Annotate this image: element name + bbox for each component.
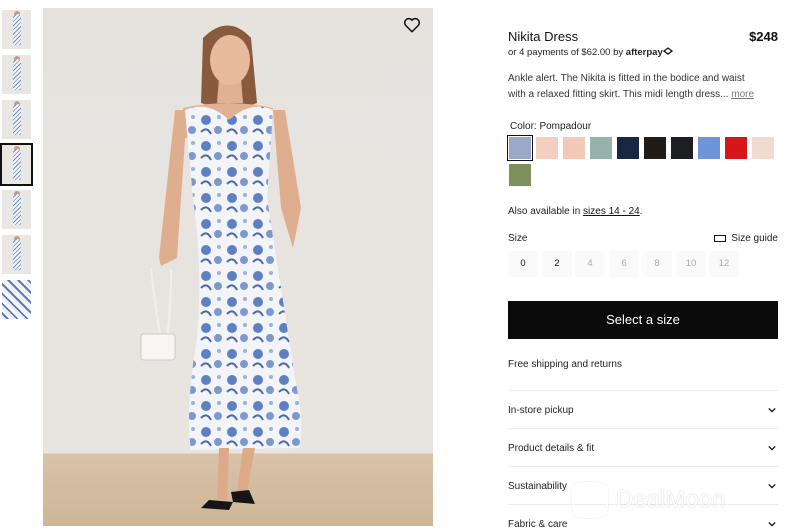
afterpay-logo[interactable]: afterpay: [626, 47, 663, 58]
description-text: with a relaxed fitting skirt. This midi …: [508, 88, 729, 100]
color-swatch[interactable]: [509, 164, 531, 186]
main-product-image[interactable]: [43, 8, 433, 526]
color-swatch[interactable]: [590, 137, 612, 159]
thumbnail-4[interactable]: [0, 143, 33, 186]
color-label: Color: Pompadour: [510, 121, 592, 132]
color-swatch[interactable]: [644, 137, 666, 159]
afterpay-arrows-icon: [662, 47, 673, 55]
size-availability-note: Also available in sizes 14 - 24.: [508, 206, 643, 217]
thumbnail-3[interactable]: [2, 100, 31, 139]
afterpay-text: or 4 payments of $62.00 by: [508, 47, 624, 58]
size-guide-link[interactable]: Size guide: [714, 233, 778, 244]
size-label: Size: [508, 233, 528, 244]
extended-sizes-link[interactable]: sizes 14 - 24: [583, 206, 640, 217]
product-description: Ankle alert. The Nikita is fitted in the…: [508, 71, 778, 102]
color-swatch[interactable]: [725, 137, 747, 159]
thumbnail-7[interactable]: [2, 280, 31, 319]
thumbnail-5[interactable]: [2, 190, 31, 229]
accordion-label: Sustainability: [508, 481, 567, 492]
color-swatch[interactable]: [671, 137, 693, 159]
more-link[interactable]: more: [731, 89, 754, 100]
accordion-in-store-pickup[interactable]: In-store pickup: [508, 390, 778, 428]
size-option-4[interactable]: 4: [575, 251, 605, 277]
thumbnail-6[interactable]: [2, 235, 31, 274]
chevron-down-icon: [768, 445, 776, 451]
color-swatch[interactable]: [536, 137, 558, 159]
dealmoon-logo-icon: [572, 482, 608, 518]
size-selector: 0 2 4 6 8 10 12: [508, 251, 778, 277]
shipping-note: Free shipping and returns: [508, 359, 622, 370]
description-line-2: with a relaxed fitting skirt. This midi …: [508, 87, 778, 103]
thumbnail-strip: [0, 10, 33, 325]
size-option-12[interactable]: 12: [709, 251, 739, 277]
accordion-product-details[interactable]: Product details & fit: [508, 428, 778, 466]
size-option-8[interactable]: 8: [642, 251, 672, 277]
afterpay-installments: or 4 payments of $62.00 by afterpay: [508, 47, 673, 58]
color-swatch[interactable]: [752, 137, 774, 159]
heart-outline-icon[interactable]: [403, 16, 421, 34]
availability-suffix: .: [639, 206, 643, 217]
color-swatch[interactable]: [698, 137, 720, 159]
color-swatches: [507, 135, 779, 191]
size-option-0[interactable]: 0: [508, 251, 538, 277]
color-swatch[interactable]: [507, 135, 533, 161]
product-title: Nikita Dress: [508, 29, 579, 44]
size-option-6[interactable]: 6: [609, 251, 639, 277]
thumbnail-1[interactable]: [2, 10, 31, 49]
color-swatch[interactable]: [617, 137, 639, 159]
size-option-2[interactable]: 2: [542, 251, 572, 277]
ruler-icon: [714, 235, 727, 242]
dealmoon-watermark: DealMoon: [572, 480, 772, 520]
size-option-10[interactable]: 10: [676, 251, 706, 277]
accordion-label: Product details & fit: [508, 443, 595, 454]
model-in-dress-image: [140, 25, 302, 510]
chevron-down-icon: [768, 521, 776, 527]
availability-text: Also available in: [508, 206, 584, 217]
chevron-down-icon: [768, 407, 776, 413]
accordion-label: Fabric & care: [508, 519, 568, 530]
color-swatch[interactable]: [563, 137, 585, 159]
watermark-text: DealMoon: [616, 486, 726, 513]
select-size-button[interactable]: Select a size: [508, 301, 778, 339]
size-guide-label: Size guide: [731, 233, 778, 244]
description-line-1: Ankle alert. The Nikita is fitted in the…: [508, 73, 745, 84]
accordion-label: In-store pickup: [508, 405, 574, 416]
thumbnail-2[interactable]: [2, 55, 31, 94]
product-price: $248: [749, 29, 778, 44]
